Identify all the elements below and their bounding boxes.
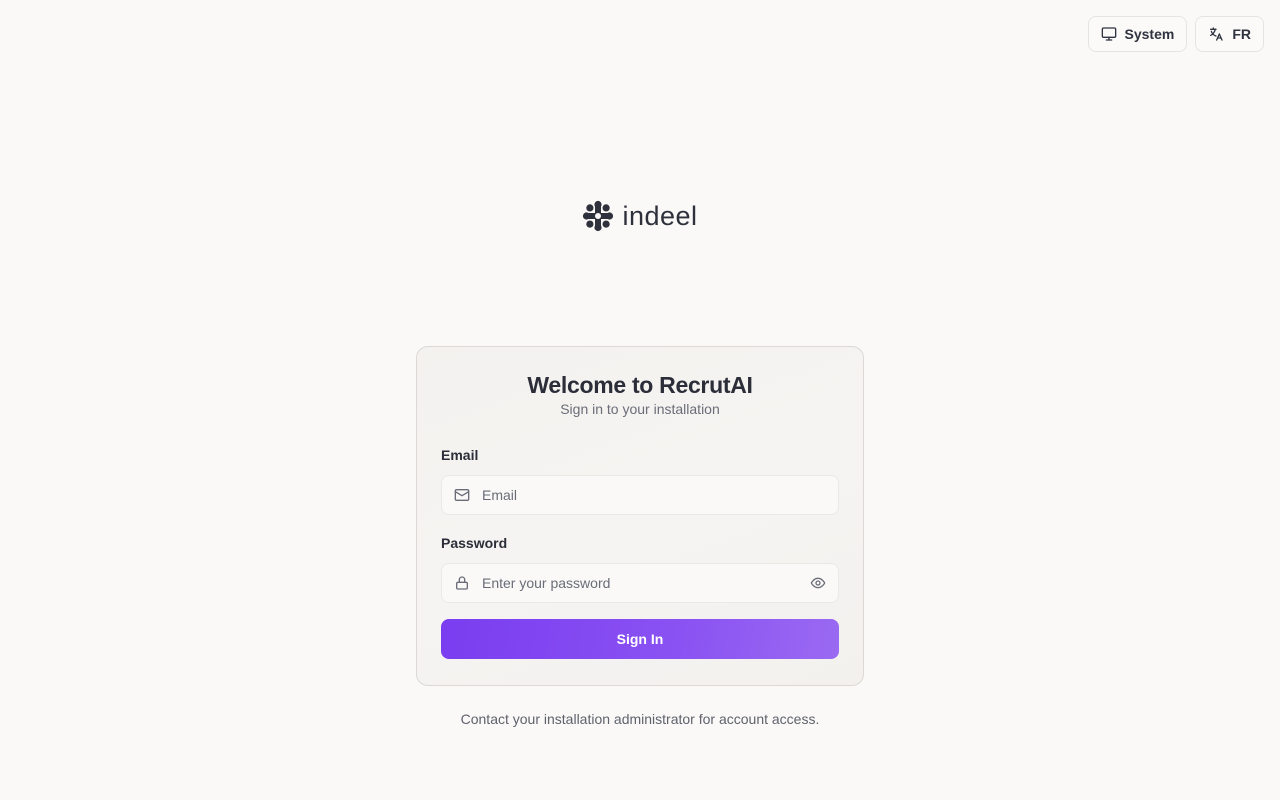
card-title: Welcome to RecrutAI [527, 372, 753, 398]
password-label: Password [441, 535, 508, 551]
sign-in-button[interactable]: Sign In [441, 619, 839, 659]
toggle-password-visibility[interactable] [810, 575, 826, 591]
email-input[interactable] [482, 487, 826, 503]
card-subtitle: Sign in to your installation [560, 401, 720, 417]
password-field[interactable] [441, 563, 839, 603]
lock-icon [456, 576, 468, 590]
translate-icon [1210, 27, 1223, 41]
email-field[interactable] [441, 475, 839, 515]
password-input[interactable] [482, 575, 798, 591]
asterisk-logo-icon [583, 200, 614, 232]
language-button[interactable]: FR [1195, 16, 1264, 52]
theme-button[interactable]: System [1087, 16, 1188, 52]
email-label: Email [441, 447, 479, 463]
admin-contact-note: Contact your installation administrator … [460, 711, 820, 727]
top-controls: System FR [1087, 16, 1264, 52]
signin-card: Welcome to RecrutAI Sign in to your inst… [416, 346, 864, 686]
mail-icon [454, 489, 470, 501]
eye-icon [810, 577, 826, 589]
language-label: FR [1232, 26, 1251, 42]
brand-logo: indeel [0, 200, 1280, 232]
theme-label: System [1124, 26, 1175, 42]
monitor-icon [1101, 27, 1116, 41]
logo-text: indeel [622, 200, 698, 231]
